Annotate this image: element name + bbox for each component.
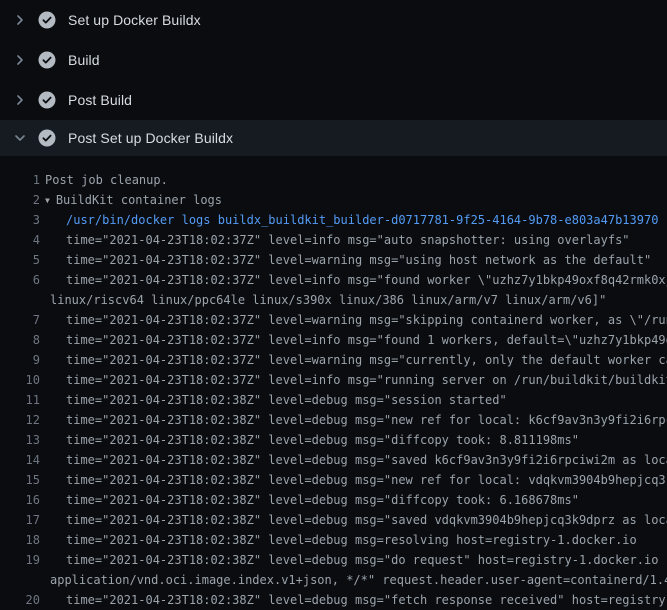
log-text: time="2021-04-23T18:02:38Z" level=debug … [66,590,667,610]
log-line: 12 time="2021-04-23T18:02:38Z" level=debu… [0,410,667,430]
check-circle-icon [38,11,56,29]
log-line: 20 time="2021-04-23T18:02:38Z" level=debu… [0,590,667,610]
line-number[interactable]: 20 [0,590,40,610]
log-text: time="2021-04-23T18:02:38Z" level=debug … [66,450,667,470]
log-line: 7 time="2021-04-23T18:02:37Z" level=warni… [0,310,667,330]
line-number[interactable]: 8 [0,330,40,350]
log-text: time="2021-04-23T18:02:38Z" level=debug … [66,510,667,530]
log-line: 6 time="2021-04-23T18:02:37Z" level=info … [0,270,667,290]
log-line-continuation: application/vnd.oci.image.index.v1+json,… [0,570,667,590]
job-steps-list: Set up Docker Buildx Build Post Build Post … [0,0,667,156]
log-line: 5 time="2021-04-23T18:02:37Z" level=warni… [0,250,667,270]
log-line: 9 time="2021-04-23T18:02:37Z" level=warni… [0,350,667,370]
step-row-set-up-docker-buildx[interactable]: Set up Docker Buildx [0,0,667,40]
step-row-build[interactable]: Build [0,40,667,80]
log-text: time="2021-04-23T18:02:37Z" level=warnin… [66,250,651,270]
line-number[interactable]: 9 [0,350,40,370]
step-log-viewer: 1Post job cleanup.2▼ BuildKit container l… [0,156,667,610]
log-line: 15 time="2021-04-23T18:02:38Z" level=debu… [0,470,667,490]
line-number[interactable]: 15 [0,470,40,490]
log-line: 16 time="2021-04-23T18:02:38Z" level=debu… [0,490,667,510]
step-row-post-build[interactable]: Post Build [0,80,667,120]
log-line: 3/usr/bin/docker logs buildx_buildkit_bu… [0,210,667,230]
line-number[interactable]: 13 [0,430,40,450]
log-command-text: /usr/bin/docker logs buildx_buildkit_bui… [66,210,658,230]
step-row-post-set-up-docker-buildx[interactable]: Post Set up Docker Buildx [0,120,667,156]
line-number[interactable]: 10 [0,370,40,390]
log-line: 14 time="2021-04-23T18:02:38Z" level=debu… [0,450,667,470]
log-text: time="2021-04-23T18:02:37Z" level=info m… [66,330,667,350]
log-line: 17 time="2021-04-23T18:02:38Z" level=debu… [0,510,667,530]
log-text: time="2021-04-23T18:02:38Z" level=debug … [66,470,667,490]
log-text: ▼ BuildKit container logs [45,190,222,212]
log-text: time="2021-04-23T18:02:38Z" level=debug … [66,390,507,410]
log-text: time="2021-04-23T18:02:38Z" level=debug … [66,530,637,550]
line-number[interactable]: 6 [0,270,40,290]
line-number[interactable]: 18 [0,530,40,550]
log-text: time="2021-04-23T18:02:38Z" level=debug … [66,430,579,450]
log-line: 4 time="2021-04-23T18:02:37Z" level=info … [0,230,667,250]
line-number[interactable]: 11 [0,390,40,410]
log-text: time="2021-04-23T18:02:37Z" level=info m… [66,270,667,290]
log-text: time="2021-04-23T18:02:37Z" level=warnin… [66,310,667,330]
line-number[interactable]: 4 [0,230,40,250]
line-number[interactable]: 12 [0,410,40,430]
log-text: time="2021-04-23T18:02:37Z" level=info m… [66,370,667,390]
log-line: 8 time="2021-04-23T18:02:37Z" level=info … [0,330,667,350]
line-number[interactable]: 17 [0,510,40,530]
log-line: 13 time="2021-04-23T18:02:38Z" level=debu… [0,430,667,450]
chevron-right-icon [12,12,28,28]
log-text: application/vnd.oci.image.index.v1+json,… [50,570,667,590]
log-line: 11 time="2021-04-23T18:02:38Z" level=debu… [0,390,667,410]
line-number[interactable]: 2 [0,190,40,210]
log-line: 2▼ BuildKit container logs [0,190,667,210]
group-title[interactable]: BuildKit container logs [56,193,222,207]
log-text: time="2021-04-23T18:02:38Z" level=debug … [66,550,667,570]
chevron-right-icon [12,92,28,108]
log-text: time="2021-04-23T18:02:38Z" level=debug … [66,490,579,510]
log-text: Post job cleanup. [45,170,168,190]
step-label: Post Build [68,92,132,108]
chevron-down-icon [12,130,28,146]
line-number[interactable]: 5 [0,250,40,270]
line-number[interactable]: 7 [0,310,40,330]
chevron-right-icon [12,52,28,68]
log-line: 19 time="2021-04-23T18:02:38Z" level=debu… [0,550,667,570]
log-text: time="2021-04-23T18:02:37Z" level=info m… [66,230,630,250]
log-line-continuation: linux/riscv64 linux/ppc64le linux/s390x … [0,290,667,310]
line-number[interactable]: 1 [0,170,40,190]
log-text: linux/riscv64 linux/ppc64le linux/s390x … [50,290,606,310]
line-number[interactable]: 14 [0,450,40,470]
step-label: Set up Docker Buildx [68,12,201,28]
line-number[interactable]: 3 [0,210,40,230]
line-number[interactable]: 16 [0,490,40,510]
check-circle-icon [38,51,56,69]
log-text: time="2021-04-23T18:02:38Z" level=debug … [66,410,667,430]
check-circle-icon [38,129,56,147]
step-label: Post Set up Docker Buildx [68,130,233,146]
check-circle-icon [38,91,56,109]
line-number[interactable]: 19 [0,550,40,570]
log-line: 18 time="2021-04-23T18:02:38Z" level=debu… [0,530,667,550]
log-line: 1Post job cleanup. [0,170,667,190]
log-text: time="2021-04-23T18:02:37Z" level=warnin… [66,350,667,370]
group-toggle-icon[interactable]: ▼ [45,191,50,211]
step-label: Build [68,52,100,68]
log-line: 10 time="2021-04-23T18:02:37Z" level=info… [0,370,667,390]
